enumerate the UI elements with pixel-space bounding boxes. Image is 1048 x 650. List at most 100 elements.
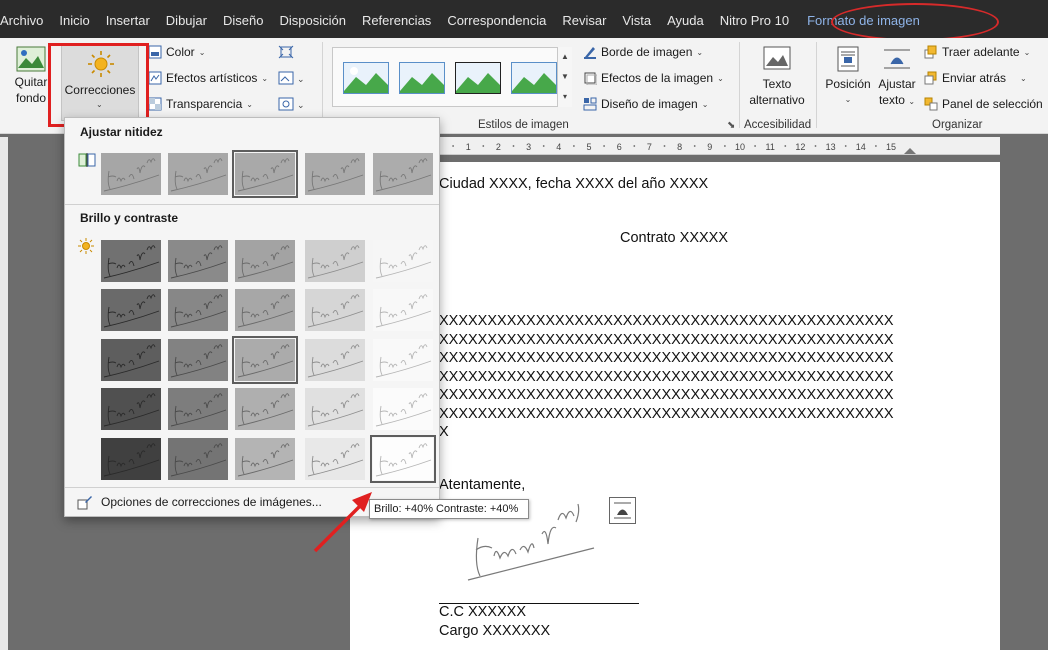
brightness-contrast-option[interactable] bbox=[101, 388, 161, 430]
sharpen-option[interactable] bbox=[232, 150, 298, 198]
tab-revisar[interactable]: Revisar bbox=[554, 0, 614, 38]
tab-vista[interactable]: Vista bbox=[614, 0, 659, 38]
alt-text-button[interactable]: Texto alternativo bbox=[748, 46, 806, 108]
bring-forward-label: Traer adelante bbox=[942, 45, 1020, 59]
ruler-tick bbox=[452, 145, 454, 147]
reset-picture-icon[interactable]: ⌄ bbox=[278, 97, 305, 114]
right-indent-marker[interactable] bbox=[904, 148, 916, 154]
wrap-text-icon bbox=[884, 49, 910, 69]
brightness-contrast-option[interactable] bbox=[101, 339, 161, 381]
tab-archivo[interactable]: Archivo bbox=[0, 0, 51, 38]
send-backward-label: Enviar atrás bbox=[942, 71, 1007, 85]
gallery-up-arrow[interactable]: ▲ bbox=[557, 47, 572, 67]
picture-style-3[interactable] bbox=[455, 62, 501, 94]
chevron-down-icon: ⌄ bbox=[844, 95, 852, 104]
tab-diseno[interactable]: Diseño bbox=[215, 0, 271, 38]
signature-preview bbox=[101, 153, 161, 195]
remove-background-button[interactable]: Quitar fondo bbox=[12, 46, 50, 106]
ruler-tick bbox=[814, 145, 817, 147]
brightness-contrast-option[interactable] bbox=[232, 336, 298, 384]
doc-date-line: Ciudad XXXX, fecha XXXX del año XXXX bbox=[439, 176, 709, 192]
ruler-number: 13 bbox=[826, 142, 836, 152]
sharpen-option[interactable] bbox=[373, 153, 433, 195]
picture-style-1[interactable] bbox=[343, 62, 389, 94]
brightness-contrast-option[interactable] bbox=[373, 388, 433, 430]
brightness-contrast-option[interactable] bbox=[305, 240, 365, 282]
change-picture-icon[interactable]: ⌄ bbox=[278, 71, 305, 88]
red-arrow-annotation bbox=[313, 492, 372, 553]
brightness-contrast-option[interactable] bbox=[305, 289, 365, 331]
sharpen-option[interactable] bbox=[101, 153, 161, 195]
brightness-contrast-option[interactable] bbox=[235, 438, 295, 480]
signature-preview bbox=[168, 388, 228, 430]
brightness-contrast-option[interactable] bbox=[168, 240, 228, 282]
tab-correspondencia[interactable]: Correspondencia bbox=[439, 0, 554, 38]
send-backward-button[interactable]: Enviar atrás ⌄ bbox=[924, 71, 1027, 85]
gallery-more-arrow[interactable]: ▾ bbox=[557, 87, 572, 107]
bring-forward-button[interactable]: Traer adelante ⌄ bbox=[924, 45, 1030, 59]
tab-nitro-pro[interactable]: Nitro Pro 10 bbox=[712, 0, 797, 38]
gallery-down-arrow[interactable]: ▼ bbox=[557, 67, 572, 87]
tab-dibujar[interactable]: Dibujar bbox=[158, 0, 215, 38]
signature-preview bbox=[305, 240, 365, 282]
brightness-contrast-option[interactable] bbox=[235, 388, 295, 430]
signature-preview bbox=[168, 438, 228, 480]
ruler-tick bbox=[844, 145, 847, 147]
tab-insertar[interactable]: Insertar bbox=[98, 0, 158, 38]
brightness-contrast-option[interactable] bbox=[101, 438, 161, 480]
brightness-contrast-option[interactable] bbox=[373, 240, 433, 282]
tab-inicio[interactable]: Inicio bbox=[51, 0, 97, 38]
picture-effects-button[interactable]: Efectos de la imagen ⌄ bbox=[583, 71, 724, 85]
brightness-contrast-option[interactable] bbox=[305, 339, 365, 381]
sharpen-option[interactable] bbox=[305, 153, 365, 195]
brightness-contrast-option[interactable] bbox=[305, 388, 365, 430]
sharpen-option[interactable] bbox=[168, 153, 228, 195]
tab-referencias[interactable]: Referencias bbox=[354, 0, 439, 38]
doc-x-line: X bbox=[439, 424, 449, 440]
layout-options-button[interactable] bbox=[609, 497, 636, 524]
position-button[interactable]: Posición ⌄ bbox=[824, 46, 872, 108]
wrap-text-button[interactable]: Ajustar texto ⌄ bbox=[874, 46, 920, 110]
brightness-contrast-option[interactable] bbox=[168, 339, 228, 381]
picture-layout-button[interactable]: Diseño de imagen ⌄ bbox=[583, 97, 708, 111]
vertical-ruler bbox=[0, 137, 8, 650]
brightness-contrast-option[interactable] bbox=[373, 289, 433, 331]
brightness-contrast-option[interactable] bbox=[168, 438, 228, 480]
tab-ayuda[interactable]: Ayuda bbox=[659, 0, 712, 38]
signature-preview bbox=[235, 388, 295, 430]
ruler-number: 10 bbox=[735, 142, 745, 152]
menu-bar: Archivo Inicio Insertar Dibujar Diseño D… bbox=[0, 0, 1048, 38]
brightness-contrast-option[interactable] bbox=[235, 289, 295, 331]
corrections-button[interactable]: Correcciones ⌄ bbox=[61, 43, 139, 121]
brightness-contrast-option[interactable] bbox=[235, 240, 295, 282]
artistic-effects-button[interactable]: Efectos artísticos ⌄ bbox=[148, 71, 268, 85]
brightness-contrast-option[interactable] bbox=[305, 438, 365, 480]
signature-preview bbox=[373, 289, 433, 331]
compress-pictures-icon[interactable] bbox=[278, 45, 294, 62]
brightness-contrast-option[interactable] bbox=[373, 339, 433, 381]
ruler-number: 12 bbox=[795, 142, 805, 152]
tab-formato-de-imagen[interactable]: Formato de imagen bbox=[797, 0, 928, 38]
picture-corrections-options[interactable]: Opciones de correcciones de imágenes... bbox=[77, 494, 322, 510]
dialog-launcher-icon[interactable]: ⬊ bbox=[727, 120, 735, 131]
tab-disposicion[interactable]: Disposición bbox=[271, 0, 353, 38]
transparency-button[interactable]: Transparencia ⌄ bbox=[148, 97, 253, 111]
picture-style-4[interactable] bbox=[511, 62, 557, 94]
ruler-tick bbox=[784, 145, 787, 147]
brightness-contrast-option[interactable] bbox=[168, 388, 228, 430]
ruler-tick bbox=[482, 145, 485, 147]
selection-pane-button[interactable]: Panel de selección bbox=[924, 97, 1043, 111]
color-button[interactable]: Color ⌄ bbox=[148, 45, 205, 59]
brightness-contrast-option[interactable] bbox=[370, 435, 436, 483]
picture-border-button[interactable]: Borde de imagen ⌄ bbox=[583, 45, 703, 59]
ruler-number: 14 bbox=[856, 142, 866, 152]
doc-title: Contrato XXXXX bbox=[620, 230, 728, 246]
picture-style-2[interactable] bbox=[399, 62, 445, 94]
brightness-contrast-option[interactable] bbox=[101, 289, 161, 331]
signature-preview bbox=[235, 240, 295, 282]
signature-preview bbox=[101, 289, 161, 331]
brightness-contrast-option[interactable] bbox=[168, 289, 228, 331]
brightness-contrast-option[interactable] bbox=[101, 240, 161, 282]
signature-preview bbox=[305, 339, 365, 381]
picture-styles-gallery[interactable] bbox=[332, 47, 572, 107]
